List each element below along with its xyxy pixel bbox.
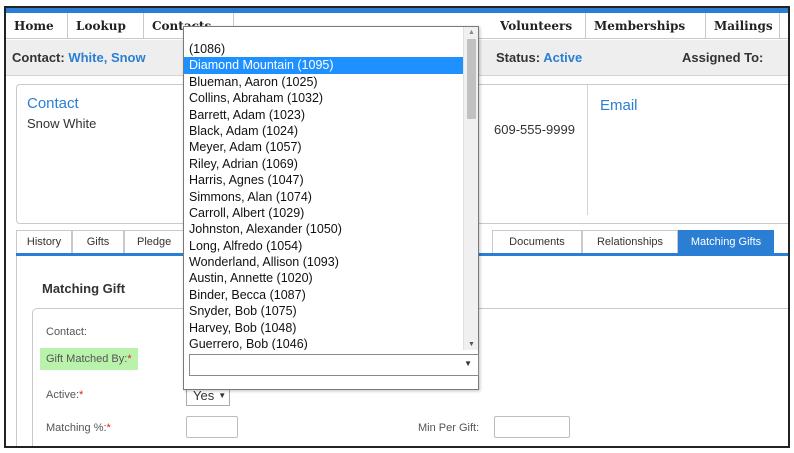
contact-phone: 609-555-9999 <box>494 122 575 137</box>
required-marker: * <box>127 353 132 365</box>
contact-full-name: Snow White <box>27 116 97 131</box>
nav-volunteers[interactable]: Volunteers <box>492 13 586 39</box>
scroll-thumb[interactable] <box>467 39 476 119</box>
status-heading: Status: Active <box>496 50 582 65</box>
active-label: Active:* <box>46 389 83 401</box>
dropdown-option[interactable]: Black, Adam (1024) <box>184 123 463 139</box>
chevron-down-icon: ▼ <box>218 391 227 400</box>
active-label-text: Active: <box>46 389 80 401</box>
matching-percent-input[interactable] <box>186 416 238 438</box>
dropdown-option[interactable]: Simmons, Alan (1074) <box>184 189 463 205</box>
dropdown-option[interactable]: Snyder, Bob (1075) <box>184 303 463 319</box>
dropdown-option[interactable]: Riley, Adrian (1069) <box>184 156 463 172</box>
scroll-down-arrow-icon[interactable]: ▼ <box>468 341 475 348</box>
nav-home[interactable]: Home <box>6 13 68 39</box>
nav-lookup[interactable]: Lookup <box>68 13 144 39</box>
status-label: Status: <box>496 50 541 65</box>
gift-matched-by-dropdown[interactable]: (1086) Diamond Mountain (1095) Blueman, Aa… <box>183 26 479 390</box>
required-marker: * <box>106 422 111 434</box>
gift-matched-by-text: Gift Matched By: <box>46 353 128 365</box>
dropdown-option[interactable]: Johnston, Alexander (1050) <box>184 221 463 237</box>
matching-percent-text: Matching %: <box>46 422 107 434</box>
min-per-gift-label: Min Per Gift: <box>418 422 480 434</box>
tab-relationships[interactable]: Relationships <box>582 230 678 253</box>
required-marker: * <box>79 389 84 401</box>
dropdown-option[interactable]: Barrett, Adam (1023) <box>184 107 463 123</box>
dropdown-option[interactable]: Harvey, Bob (1048) <box>184 320 463 336</box>
dropdown-option[interactable]: (1086) <box>184 41 463 57</box>
contact-heading: Contact: White, Snow <box>12 50 146 65</box>
matching-percent-label: Matching %:* <box>46 422 111 434</box>
contact-label: Contact: <box>12 50 65 65</box>
matching-gift-title: Matching Gift <box>42 281 126 296</box>
app-window: Home Lookup Contacts Volunteers Membersh… <box>4 6 790 448</box>
tab-documents[interactable]: Documents <box>492 230 582 253</box>
dropdown-scrollbar[interactable]: ▲ ▼ <box>463 27 478 350</box>
dropdown-option[interactable]: Wonderland, Allison (1093) <box>184 254 463 270</box>
email-title: Email <box>600 97 638 114</box>
tab-gifts[interactable]: Gifts <box>72 230 124 253</box>
dropdown-option[interactable]: Carroll, Albert (1029) <box>184 205 463 221</box>
contact-name-link[interactable]: White, Snow <box>68 50 145 65</box>
assigned-to-label: Assigned To: <box>682 50 764 65</box>
dropdown-option[interactable]: Austin, Annette (1020) <box>184 270 463 286</box>
contact-panel-title: Contact <box>27 95 79 112</box>
min-per-gift-input[interactable] <box>494 416 570 438</box>
dropdown-option[interactable]: Blueman, Aaron (1025) <box>184 74 463 90</box>
active-select-value: Yes <box>193 388 215 403</box>
gift-matched-by-label: Gift Matched By:* <box>40 348 138 370</box>
dropdown-option[interactable]: Guerrero, Bob (1046) <box>184 336 463 350</box>
gift-matched-by-select[interactable]: ▼ <box>189 354 479 376</box>
dropdown-option[interactable]: Collins, Abraham (1032) <box>184 90 463 106</box>
tab-matching-gifts[interactable]: Matching Gifts <box>678 230 774 253</box>
contact-field-label: Contact: <box>46 326 87 338</box>
status-value: Active <box>543 50 583 65</box>
chevron-down-icon: ▼ <box>464 359 472 368</box>
nav-memberships[interactable]: Memberships <box>586 13 706 39</box>
dropdown-option[interactable]: Binder, Becca (1087) <box>184 287 463 303</box>
dropdown-option[interactable]: Meyer, Adam (1057) <box>184 139 463 155</box>
scroll-up-arrow-icon[interactable]: ▲ <box>468 29 475 36</box>
dropdown-option-list: (1086) Diamond Mountain (1095) Blueman, Aa… <box>184 27 463 350</box>
nav-overflow[interactable]: We <box>780 13 788 39</box>
panel-divider <box>587 85 588 215</box>
dropdown-option[interactable]: Long, Alfredo (1054) <box>184 238 463 254</box>
dropdown-option[interactable]: Diamond Mountain (1095) <box>184 57 463 74</box>
dropdown-option[interactable]: Harris, Agnes (1047) <box>184 172 463 188</box>
tab-pledges[interactable]: Pledge <box>124 230 184 253</box>
tab-history[interactable]: History <box>16 230 72 253</box>
nav-mailings[interactable]: Mailings <box>706 13 780 39</box>
